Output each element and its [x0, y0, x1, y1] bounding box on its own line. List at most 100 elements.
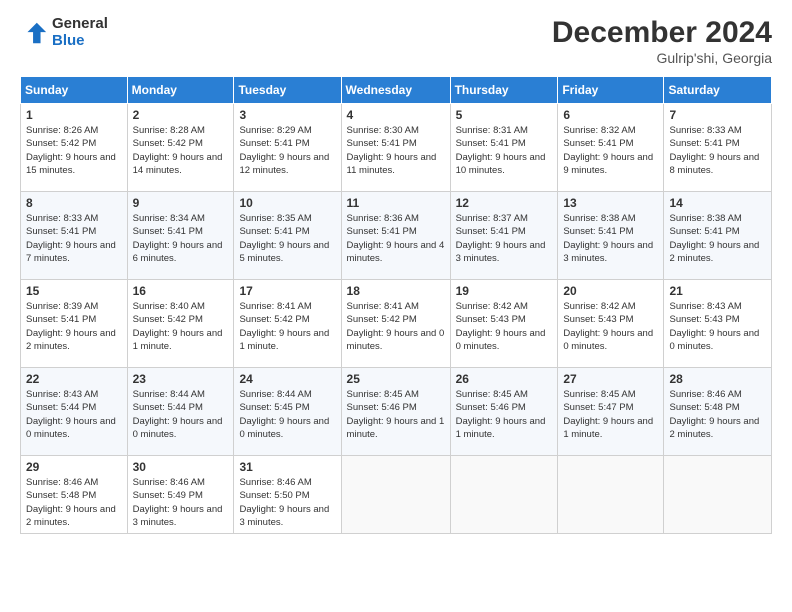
calendar-cell: 31 Sunrise: 8:46 AMSunset: 5:50 PMDaylig… [234, 456, 341, 534]
day-info: Sunrise: 8:46 AMSunset: 5:50 PMDaylight:… [239, 476, 335, 529]
day-number: 15 [26, 284, 122, 298]
day-number: 5 [456, 108, 553, 122]
calendar-cell: 27 Sunrise: 8:45 AMSunset: 5:47 PMDaylig… [558, 368, 664, 456]
calendar-cell: 3 Sunrise: 8:29 AMSunset: 5:41 PMDayligh… [234, 104, 341, 192]
calendar-cell: 23 Sunrise: 8:44 AMSunset: 5:44 PMDaylig… [127, 368, 234, 456]
day-info: Sunrise: 8:32 AMSunset: 5:41 PMDaylight:… [563, 124, 658, 177]
day-number: 12 [456, 196, 553, 210]
calendar-cell: 25 Sunrise: 8:45 AMSunset: 5:46 PMDaylig… [341, 368, 450, 456]
day-number: 27 [563, 372, 658, 386]
month-title: December 2024 [552, 16, 772, 50]
calendar-cell: 24 Sunrise: 8:44 AMSunset: 5:45 PMDaylig… [234, 368, 341, 456]
day-info: Sunrise: 8:45 AMSunset: 5:46 PMDaylight:… [456, 388, 553, 441]
day-info: Sunrise: 8:46 AMSunset: 5:48 PMDaylight:… [669, 388, 766, 441]
day-info: Sunrise: 8:46 AMSunset: 5:48 PMDaylight:… [26, 476, 122, 529]
calendar-cell: 9 Sunrise: 8:34 AMSunset: 5:41 PMDayligh… [127, 192, 234, 280]
calendar-cell: 15 Sunrise: 8:39 AMSunset: 5:41 PMDaylig… [21, 280, 128, 368]
day-number: 11 [347, 196, 445, 210]
day-info: Sunrise: 8:45 AMSunset: 5:47 PMDaylight:… [563, 388, 658, 441]
day-info: Sunrise: 8:39 AMSunset: 5:41 PMDaylight:… [26, 300, 122, 353]
day-number: 29 [26, 460, 122, 474]
day-info: Sunrise: 8:34 AMSunset: 5:41 PMDaylight:… [133, 212, 229, 265]
day-info: Sunrise: 8:43 AMSunset: 5:44 PMDaylight:… [26, 388, 122, 441]
col-thursday: Thursday [450, 77, 558, 104]
col-monday: Monday [127, 77, 234, 104]
logo-text: General Blue [52, 16, 108, 49]
day-info: Sunrise: 8:38 AMSunset: 5:41 PMDaylight:… [669, 212, 766, 265]
day-number: 21 [669, 284, 766, 298]
calendar-cell: 17 Sunrise: 8:41 AMSunset: 5:42 PMDaylig… [234, 280, 341, 368]
day-info: Sunrise: 8:44 AMSunset: 5:45 PMDaylight:… [239, 388, 335, 441]
day-info: Sunrise: 8:36 AMSunset: 5:41 PMDaylight:… [347, 212, 445, 265]
day-number: 2 [133, 108, 229, 122]
day-info: Sunrise: 8:30 AMSunset: 5:41 PMDaylight:… [347, 124, 445, 177]
day-info: Sunrise: 8:33 AMSunset: 5:41 PMDaylight:… [669, 124, 766, 177]
logo-general: General [52, 15, 108, 32]
calendar-cell: 13 Sunrise: 8:38 AMSunset: 5:41 PMDaylig… [558, 192, 664, 280]
day-info: Sunrise: 8:31 AMSunset: 5:41 PMDaylight:… [456, 124, 553, 177]
day-info: Sunrise: 8:26 AMSunset: 5:42 PMDaylight:… [26, 124, 122, 177]
day-number: 22 [26, 372, 122, 386]
calendar-header-row: Sunday Monday Tuesday Wednesday Thursday… [21, 77, 772, 104]
logo: General Blue [20, 16, 108, 49]
calendar-cell: 8 Sunrise: 8:33 AMSunset: 5:41 PMDayligh… [21, 192, 128, 280]
day-number: 24 [239, 372, 335, 386]
location-subtitle: Gulrip'shi, Georgia [552, 50, 772, 66]
day-number: 18 [347, 284, 445, 298]
calendar-cell: 7 Sunrise: 8:33 AMSunset: 5:41 PMDayligh… [664, 104, 772, 192]
day-number: 17 [239, 284, 335, 298]
calendar-cell [664, 456, 772, 534]
logo-icon [20, 19, 48, 47]
calendar-cell: 22 Sunrise: 8:43 AMSunset: 5:44 PMDaylig… [21, 368, 128, 456]
col-tuesday: Tuesday [234, 77, 341, 104]
logo-blue: Blue [52, 32, 85, 49]
day-info: Sunrise: 8:38 AMSunset: 5:41 PMDaylight:… [563, 212, 658, 265]
calendar-cell [558, 456, 664, 534]
day-number: 1 [26, 108, 122, 122]
calendar-cell: 2 Sunrise: 8:28 AMSunset: 5:42 PMDayligh… [127, 104, 234, 192]
day-number: 8 [26, 196, 122, 210]
day-info: Sunrise: 8:28 AMSunset: 5:42 PMDaylight:… [133, 124, 229, 177]
day-number: 3 [239, 108, 335, 122]
calendar-cell: 6 Sunrise: 8:32 AMSunset: 5:41 PMDayligh… [558, 104, 664, 192]
header: General Blue December 2024 Gulrip'shi, G… [20, 16, 772, 66]
calendar-cell: 21 Sunrise: 8:43 AMSunset: 5:43 PMDaylig… [664, 280, 772, 368]
day-number: 30 [133, 460, 229, 474]
calendar-cell: 5 Sunrise: 8:31 AMSunset: 5:41 PMDayligh… [450, 104, 558, 192]
calendar-cell: 30 Sunrise: 8:46 AMSunset: 5:49 PMDaylig… [127, 456, 234, 534]
calendar-cell: 20 Sunrise: 8:42 AMSunset: 5:43 PMDaylig… [558, 280, 664, 368]
calendar-cell: 14 Sunrise: 8:38 AMSunset: 5:41 PMDaylig… [664, 192, 772, 280]
day-info: Sunrise: 8:45 AMSunset: 5:46 PMDaylight:… [347, 388, 445, 441]
day-number: 13 [563, 196, 658, 210]
day-info: Sunrise: 8:37 AMSunset: 5:41 PMDaylight:… [456, 212, 553, 265]
title-block: December 2024 Gulrip'shi, Georgia [552, 16, 772, 66]
day-number: 9 [133, 196, 229, 210]
day-number: 6 [563, 108, 658, 122]
calendar-cell: 4 Sunrise: 8:30 AMSunset: 5:41 PMDayligh… [341, 104, 450, 192]
page: General Blue December 2024 Gulrip'shi, G… [0, 0, 792, 612]
day-info: Sunrise: 8:43 AMSunset: 5:43 PMDaylight:… [669, 300, 766, 353]
col-saturday: Saturday [664, 77, 772, 104]
day-info: Sunrise: 8:44 AMSunset: 5:44 PMDaylight:… [133, 388, 229, 441]
calendar: Sunday Monday Tuesday Wednesday Thursday… [20, 76, 772, 534]
day-info: Sunrise: 8:46 AMSunset: 5:49 PMDaylight:… [133, 476, 229, 529]
calendar-cell: 11 Sunrise: 8:36 AMSunset: 5:41 PMDaylig… [341, 192, 450, 280]
day-number: 25 [347, 372, 445, 386]
calendar-cell: 1 Sunrise: 8:26 AMSunset: 5:42 PMDayligh… [21, 104, 128, 192]
day-number: 23 [133, 372, 229, 386]
calendar-cell: 12 Sunrise: 8:37 AMSunset: 5:41 PMDaylig… [450, 192, 558, 280]
day-number: 31 [239, 460, 335, 474]
col-friday: Friday [558, 77, 664, 104]
calendar-cell: 26 Sunrise: 8:45 AMSunset: 5:46 PMDaylig… [450, 368, 558, 456]
day-number: 20 [563, 284, 658, 298]
day-number: 7 [669, 108, 766, 122]
col-wednesday: Wednesday [341, 77, 450, 104]
calendar-cell: 19 Sunrise: 8:42 AMSunset: 5:43 PMDaylig… [450, 280, 558, 368]
calendar-cell: 28 Sunrise: 8:46 AMSunset: 5:48 PMDaylig… [664, 368, 772, 456]
day-info: Sunrise: 8:42 AMSunset: 5:43 PMDaylight:… [563, 300, 658, 353]
calendar-cell: 29 Sunrise: 8:46 AMSunset: 5:48 PMDaylig… [21, 456, 128, 534]
day-info: Sunrise: 8:29 AMSunset: 5:41 PMDaylight:… [239, 124, 335, 177]
calendar-cell: 10 Sunrise: 8:35 AMSunset: 5:41 PMDaylig… [234, 192, 341, 280]
col-sunday: Sunday [21, 77, 128, 104]
day-number: 4 [347, 108, 445, 122]
